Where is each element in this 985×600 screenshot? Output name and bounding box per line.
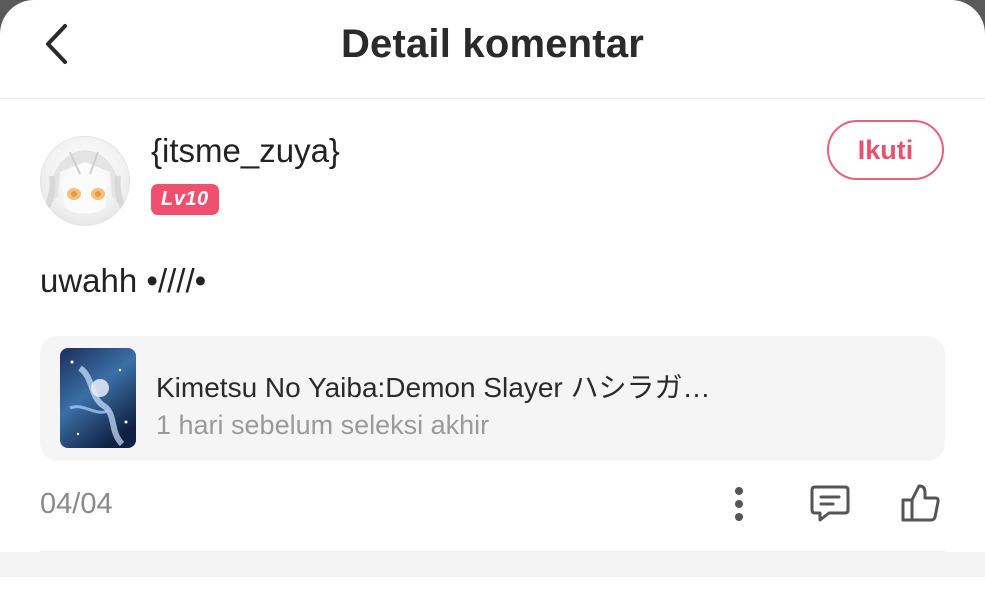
comment-icon [810, 485, 850, 522]
thumbs-up-icon [901, 484, 940, 522]
section-separator [0, 552, 985, 577]
like-button[interactable] [892, 476, 948, 530]
header-bar: Detail komentar [0, 0, 985, 99]
work-subtitle: 1 hari sebelum seleksi akhir [156, 410, 490, 440]
avatar[interactable] [40, 136, 130, 226]
username[interactable]: {itsme_zuya} [151, 132, 340, 170]
comment-date: 04/04 [40, 488, 113, 520]
more-vertical-icon [735, 487, 743, 521]
level-badge: Lv10 [151, 184, 219, 215]
comment-text: uwahh •////• [40, 262, 207, 299]
comment-detail-sheet: Detail komentar {itsme_zuya} Lv10 Ikuti … [0, 0, 985, 600]
work-title: Kimetsu No Yaiba:Demon Slayer ハシラガ… [156, 372, 711, 403]
linked-work-card[interactable]: Kimetsu No Yaiba:Demon Slayer ハシラガ… 1 ha… [40, 336, 945, 461]
more-options-button[interactable] [718, 480, 760, 528]
next-section [0, 577, 985, 600]
avatar-image [41, 150, 129, 216]
reply-button[interactable] [802, 478, 858, 530]
page-title: Detail komentar [340, 22, 645, 66]
follow-button[interactable]: Ikuti [827, 120, 944, 180]
work-cover-image [60, 348, 136, 448]
